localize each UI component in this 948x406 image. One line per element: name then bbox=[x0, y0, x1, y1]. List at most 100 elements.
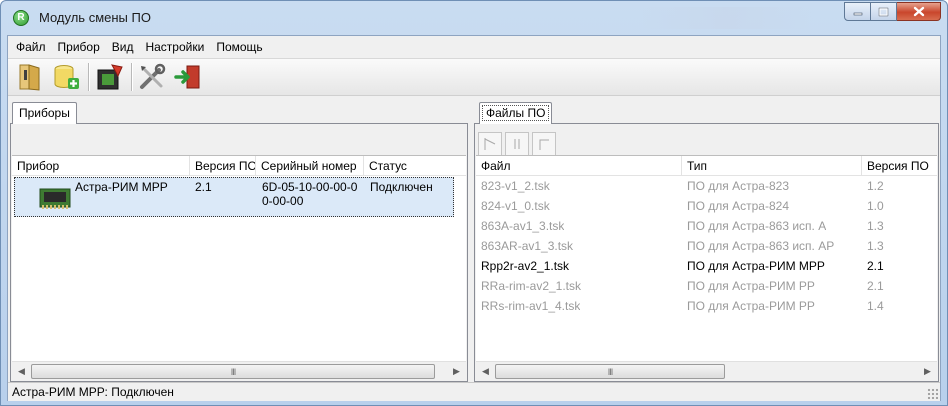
device-serial: 6D-05-10-00-00-0 0-00-00 bbox=[262, 180, 357, 208]
devices-list[interactable]: Прибор Версия ПО Серийный номер Статус А… bbox=[12, 155, 466, 362]
add-database-button[interactable] bbox=[49, 61, 83, 93]
file-row[interactable]: RRa-rim-av2_1.tsk ПО для Астра-РИМ РР 2.1 bbox=[476, 278, 937, 295]
file-type: ПО для Астра-РИМ РР bbox=[687, 299, 815, 313]
file-row[interactable]: Rpp2r-av2_1.tsk ПО для Астра-РИМ МРР 2.1 bbox=[476, 258, 937, 275]
file-row[interactable]: 824-v1_0.tsk ПО для Астра-824 1.0 bbox=[476, 198, 937, 215]
pause-icon bbox=[514, 139, 520, 149]
scroll-left-arrow-icon[interactable]: ◀ bbox=[14, 364, 29, 379]
exit-button[interactable] bbox=[171, 61, 205, 93]
column-header-version[interactable]: Версия ПО bbox=[190, 156, 256, 176]
file-row[interactable]: 863AR-av1_3.tsk ПО для Астра-863 исп. АР 1… bbox=[476, 238, 937, 255]
file-name: 824-v1_0.tsk bbox=[481, 199, 550, 213]
file-version: 1.4 bbox=[867, 299, 884, 313]
tab-firmware-files[interactable]: Файлы ПО bbox=[479, 102, 553, 124]
window-controls bbox=[844, 2, 941, 21]
file-version: 2.1 bbox=[867, 279, 884, 293]
toolbar-separator bbox=[88, 63, 89, 91]
scroll-right-arrow-icon[interactable]: ▶ bbox=[449, 364, 464, 379]
app-window: R Модуль смены ПО Файл Прибор Вид Настро… bbox=[0, 0, 948, 406]
devices-panel: Прибор Версия ПО Серийный номер Статус А… bbox=[10, 99, 468, 382]
pause-button[interactable] bbox=[505, 132, 529, 156]
device-board-icon bbox=[39, 188, 71, 209]
devices-horizontal-scrollbar[interactable]: ◀ III ▶ bbox=[12, 361, 466, 380]
menu-help[interactable]: Помощь bbox=[210, 37, 268, 57]
device-update-icon bbox=[97, 64, 123, 90]
column-header-status[interactable]: Статус bbox=[364, 156, 466, 176]
devices-toolbar-area bbox=[12, 125, 466, 155]
column-header-file-version[interactable]: Версия ПО bbox=[862, 156, 937, 176]
file-type: ПО для Астра-823 bbox=[687, 179, 789, 193]
stop-button[interactable] bbox=[532, 132, 556, 156]
menu-settings[interactable]: Настройки bbox=[139, 37, 210, 57]
scroll-thumb[interactable]: III bbox=[31, 364, 435, 379]
exit-icon bbox=[174, 65, 200, 89]
add-database-icon bbox=[54, 65, 79, 89]
file-row[interactable]: RRs-rim-av1_4.tsk ПО для Астра-РИМ РР 1.4 bbox=[476, 298, 937, 315]
file-version: 1.0 bbox=[867, 199, 884, 213]
tab-devices[interactable]: Приборы bbox=[12, 102, 77, 124]
file-type: ПО для Астра-РИМ МРР bbox=[687, 259, 825, 273]
file-type: ПО для Астра-863 исп. А bbox=[687, 219, 827, 233]
menu-view[interactable]: Вид bbox=[106, 37, 140, 57]
file-version: 1.3 bbox=[867, 239, 884, 253]
scroll-thumb[interactable]: III bbox=[495, 364, 725, 379]
file-version: 2.1 bbox=[867, 259, 884, 273]
column-header-type[interactable]: Тип bbox=[682, 156, 862, 176]
files-tab-body: Файл Тип Версия ПО 823-v1_2.tsk ПО для Ас… bbox=[474, 123, 939, 382]
window-title: Модуль смены ПО bbox=[39, 10, 151, 25]
file-type: ПО для Астра-824 bbox=[687, 199, 789, 213]
flag-button[interactable] bbox=[478, 132, 502, 156]
file-version: 1.2 bbox=[867, 179, 884, 193]
file-row[interactable]: 863A-av1_3.tsk ПО для Астра-863 исп. А 1.3 bbox=[476, 218, 937, 235]
column-header-file[interactable]: Файл bbox=[476, 156, 682, 176]
close-button[interactable] bbox=[897, 2, 941, 21]
device-serial-line2: 0-00-00 bbox=[262, 194, 304, 208]
file-type: ПО для Астра-РИМ РР bbox=[687, 279, 815, 293]
column-header-serial[interactable]: Серийный номер bbox=[256, 156, 364, 176]
client-area: Файл Прибор Вид Настройки Помощь Прибор … bbox=[7, 35, 941, 401]
scroll-right-arrow-icon[interactable]: ▶ bbox=[920, 364, 935, 379]
settings-tools-icon bbox=[140, 63, 166, 89]
devices-tab-body: Прибор Версия ПО Серийный номер Статус А… bbox=[10, 123, 468, 382]
menu-device[interactable]: Прибор bbox=[52, 37, 106, 57]
file-name: 823-v1_2.tsk bbox=[481, 179, 550, 193]
status-bar: Астра-РИМ МРР: Подключен bbox=[8, 382, 940, 401]
minimize-button[interactable] bbox=[844, 2, 871, 21]
devices-list-header: Прибор Версия ПО Серийный номер Статус bbox=[12, 156, 466, 176]
menu-file[interactable]: Файл bbox=[10, 37, 52, 57]
device-row[interactable]: Астра-РИМ МРР 2.1 6D-05-10-00-00-0 0-00-… bbox=[14, 177, 454, 217]
open-button[interactable] bbox=[13, 61, 47, 93]
close-icon bbox=[913, 6, 924, 17]
column-header-device[interactable]: Прибор bbox=[12, 156, 190, 176]
title-glass-highlight bbox=[641, 7, 811, 29]
device-update-button[interactable] bbox=[92, 61, 126, 93]
files-horizontal-scrollbar[interactable]: ◀ III ▶ bbox=[476, 361, 937, 380]
file-name: Rpp2r-av2_1.tsk bbox=[481, 259, 570, 273]
menu-bar: Файл Прибор Вид Настройки Помощь bbox=[8, 36, 940, 58]
device-version: 2.1 bbox=[195, 180, 212, 194]
file-version: 1.3 bbox=[867, 219, 884, 233]
title-bar[interactable]: R Модуль смены ПО bbox=[1, 1, 947, 35]
maximize-button[interactable] bbox=[871, 2, 897, 21]
toolbar-separator bbox=[131, 63, 132, 91]
files-list[interactable]: Файл Тип Версия ПО 823-v1_2.tsk ПО для Ас… bbox=[476, 155, 937, 362]
minimize-icon bbox=[853, 12, 862, 15]
device-name: Астра-РИМ МРР bbox=[75, 180, 168, 194]
scroll-left-arrow-icon[interactable]: ◀ bbox=[478, 364, 493, 379]
file-row[interactable]: 823-v1_2.tsk ПО для Астра-823 1.2 bbox=[476, 178, 937, 195]
maximize-icon bbox=[878, 7, 889, 16]
stop-icon bbox=[539, 139, 549, 150]
resize-grip-icon[interactable] bbox=[927, 388, 938, 399]
files-panel: Файл Тип Версия ПО 823-v1_2.tsk ПО для Ас… bbox=[474, 99, 939, 382]
file-name: 863AR-av1_3.tsk bbox=[481, 239, 574, 253]
files-list-header: Файл Тип Версия ПО bbox=[476, 156, 937, 176]
main-toolbar bbox=[8, 58, 940, 96]
file-type: ПО для Астра-863 исп. АР bbox=[687, 239, 835, 253]
file-name: 863A-av1_3.tsk bbox=[481, 219, 565, 233]
file-name: RRs-rim-av1_4.tsk bbox=[481, 299, 581, 313]
file-name: RRa-rim-av2_1.tsk bbox=[481, 279, 582, 293]
open-icon bbox=[19, 64, 40, 91]
settings-tools-button[interactable] bbox=[135, 61, 169, 93]
files-toolbar bbox=[478, 132, 556, 156]
device-status: Подключен bbox=[370, 180, 433, 194]
